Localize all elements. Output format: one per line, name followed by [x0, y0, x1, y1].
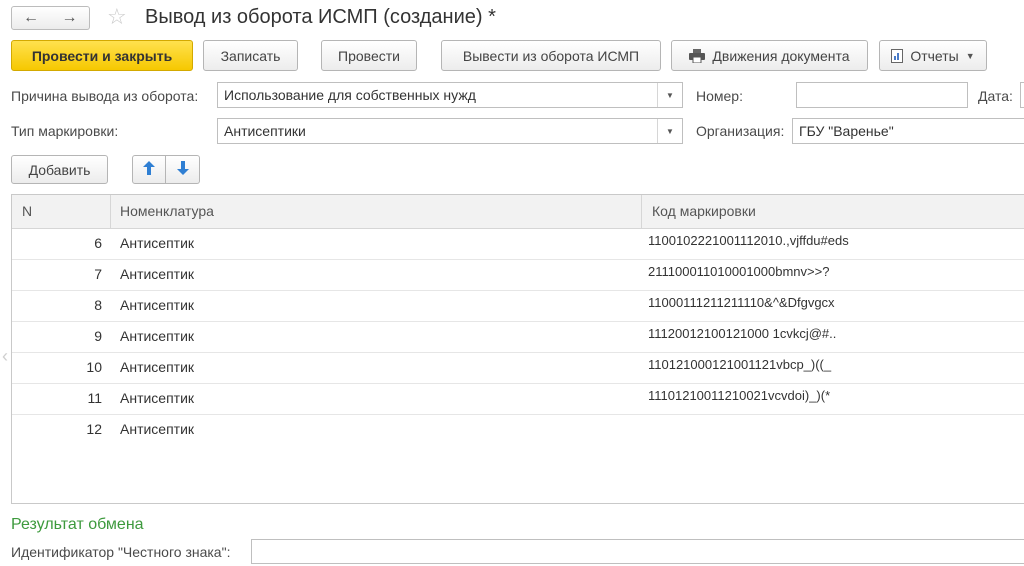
reason-label: Причина вывода из оборота: — [11, 88, 199, 104]
reason-value: Использование для собственных нужд — [224, 87, 476, 103]
marking-codes-table[interactable]: N Номенклатура Код маркировки 6 Антисепт… — [11, 194, 1024, 504]
honest-sign-id-label: Идентификатор "Честного знака": — [11, 544, 231, 560]
arrow-right-icon: → — [61, 9, 78, 26]
back-button[interactable]: ← — [11, 6, 51, 30]
row-number: 6 — [94, 235, 102, 251]
move-up-button[interactable] — [132, 155, 166, 184]
row-nomenclature: Антисептик — [120, 235, 195, 251]
report-icon — [891, 48, 904, 63]
date-field[interactable] — [1020, 82, 1024, 108]
window-title: Вывод из оборота ИСМП (создание) * — [145, 6, 496, 28]
organization-label: Организация: — [696, 123, 785, 139]
table-row[interactable]: 8 Антисептик 11000111211211110&^&Dfgvgcx — [12, 290, 1024, 322]
column-divider — [641, 195, 642, 228]
chevron-down-icon[interactable]: ▼ — [657, 83, 682, 107]
table-row[interactable]: 9 Антисептик 11120012100121000 1cvkcj@#.… — [12, 321, 1024, 353]
arrow-up-icon — [143, 161, 155, 178]
marking-type-label: Тип маркировки: — [11, 123, 119, 139]
date-label: Дата: — [978, 88, 1013, 104]
row-nomenclature: Антисептик — [120, 421, 195, 437]
move-down-button[interactable] — [166, 155, 200, 184]
marking-type-value: Антисептики — [224, 123, 306, 139]
row-marking-code: 11101210011210021vcvdoi)_)(* — [648, 388, 831, 403]
arrow-left-icon: ← — [23, 9, 39, 26]
table-header: N Номенклатура Код маркировки — [12, 195, 1024, 229]
row-marking-code: 11000111211211110&^&Dfgvgcx — [648, 295, 835, 310]
row-number: 10 — [86, 359, 102, 375]
chevron-left-icon[interactable]: ‹ — [2, 346, 8, 367]
document-movements-button[interactable]: Движения документа — [671, 40, 868, 71]
withdraw-ismp-button[interactable]: Вывести из оборота ИСМП — [441, 40, 661, 71]
table-row[interactable]: 7 Антисептик 211100011010001000bmnv>>? — [12, 259, 1024, 291]
add-button[interactable]: Добавить — [11, 155, 108, 184]
column-header-marking-code[interactable]: Код маркировки — [652, 195, 756, 228]
number-field[interactable] — [796, 82, 968, 108]
printer-icon — [689, 48, 706, 63]
exchange-result-heading: Результат обмена — [11, 516, 144, 533]
chevron-down-icon: ▼ — [965, 50, 975, 61]
row-marking-code: 211100011010001000bmnv>>? — [648, 264, 830, 279]
reports-label: Отчеты — [910, 47, 959, 64]
row-nomenclature: Антисептик — [120, 328, 195, 344]
forward-button[interactable]: → — [50, 6, 90, 30]
row-marking-code: 11120012100121000 1cvkcj@#.. — [648, 326, 837, 341]
number-label: Номер: — [696, 88, 743, 104]
save-button[interactable]: Записать — [203, 40, 298, 71]
column-header-nomenclature[interactable]: Номенклатура — [120, 195, 214, 228]
row-number: 11 — [87, 390, 102, 406]
row-nomenclature: Антисептик — [120, 390, 195, 406]
table-row[interactable]: 12 Антисептик — [12, 414, 1024, 445]
post-button[interactable]: Провести — [321, 40, 417, 71]
document-movements-label: Движения документа — [712, 47, 850, 64]
honest-sign-id-field[interactable] — [251, 539, 1024, 564]
reports-button[interactable]: Отчеты ▼ — [879, 40, 987, 71]
row-number: 9 — [94, 328, 102, 344]
column-header-n[interactable]: N — [22, 195, 32, 228]
row-nomenclature: Антисептик — [120, 359, 195, 375]
row-nomenclature: Антисептик — [120, 266, 195, 282]
post-and-close-button[interactable]: Провести и закрыть — [11, 40, 193, 71]
chevron-down-icon[interactable]: ▼ — [657, 119, 682, 143]
table-row[interactable]: 10 Антисептик 110121000121001121vbcp_)((… — [12, 352, 1024, 384]
star-icon[interactable]: ☆ — [107, 4, 127, 30]
row-number: 12 — [86, 421, 102, 437]
reason-select[interactable]: Использование для собственных нужд ▼ — [217, 82, 683, 108]
row-number: 8 — [94, 297, 102, 313]
row-number: 7 — [94, 266, 102, 282]
row-marking-code: 1100102221001112010.,vjffdu#eds — [648, 233, 849, 248]
table-row[interactable]: 11 Антисептик 11101210011210021vcvdoi)_)… — [12, 383, 1024, 415]
marking-type-select[interactable]: Антисептики ▼ — [217, 118, 683, 144]
row-nomenclature: Антисептик — [120, 297, 195, 313]
column-divider — [110, 195, 111, 228]
organization-field[interactable]: ГБУ "Варенье" — [792, 118, 1024, 144]
table-row[interactable]: 6 Антисептик 1100102221001112010.,vjffdu… — [12, 228, 1024, 260]
row-marking-code: 110121000121001121vbcp_)((_ — [648, 357, 832, 372]
arrow-down-icon — [176, 161, 189, 178]
